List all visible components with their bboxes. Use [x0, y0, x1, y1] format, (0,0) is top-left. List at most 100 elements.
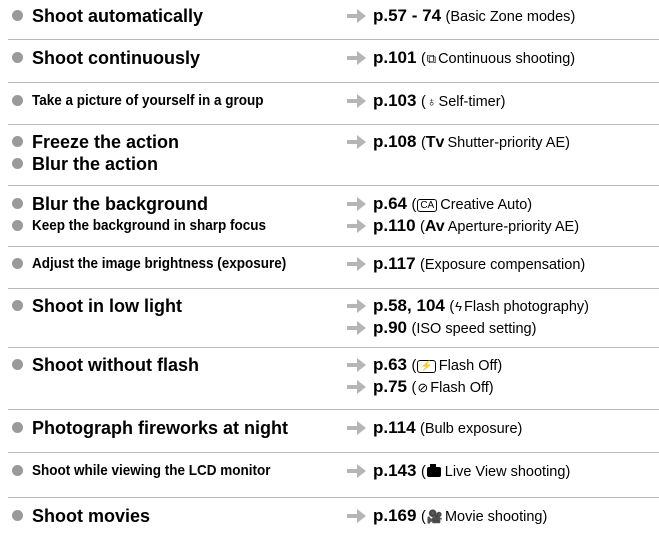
bullet-icon — [12, 52, 23, 63]
section-divider — [8, 288, 659, 289]
paren-close: ) — [497, 358, 503, 374]
list-item: p.75 (⊘ Flash Off) — [0, 375, 659, 399]
reference-description: Self-timer — [438, 94, 501, 110]
page-number: p.58 — [373, 296, 408, 315]
list-item: p.90 (ISO speed setting) — [0, 316, 659, 340]
arrow-right-icon — [347, 196, 366, 211]
task-label: Take a picture of yourself in a group — [32, 92, 264, 109]
paren-close: ) — [488, 380, 494, 396]
mode-symbol: Av — [424, 218, 445, 235]
page: { "sections": [ { "rows": [ { "task": "S… — [0, 0, 659, 558]
section-divider — [8, 39, 659, 40]
page-number: p.101 — [373, 48, 417, 67]
task-label: Freeze the action — [32, 132, 180, 152]
paren-close: ) — [500, 94, 506, 110]
paren-close: ) — [565, 135, 570, 151]
paren-close: ) — [570, 51, 576, 67]
page-number: p.110 — [373, 216, 416, 235]
paren-close: ) — [580, 257, 586, 273]
page-reference[interactable]: p.75 (⊘ Flash Off) — [347, 375, 494, 400]
section-divider — [8, 452, 659, 453]
reference-description: Live View shooting — [444, 464, 566, 480]
page-reference[interactable]: p.57 - 74 (Basic Zone modes) — [347, 4, 575, 29]
section-divider — [8, 246, 659, 247]
page-number: p.64 — [373, 194, 408, 213]
self-timer-icon: ♁ — [426, 94, 437, 109]
reference-description: Basic Zone modes — [450, 9, 571, 25]
paren-open: ( — [411, 358, 417, 374]
movie-icon: 🎥 — [426, 509, 443, 524]
paren-open: ( — [411, 380, 417, 396]
page-reference[interactable]: p.101 (⧉ Continuous shooting) — [347, 46, 575, 71]
bullet-icon — [12, 158, 23, 169]
reference-description: Aperture-priority AE — [447, 219, 575, 235]
paren-close: ) — [565, 464, 571, 480]
page-reference[interactable]: p.117 (Exposure compensation) — [347, 252, 585, 277]
list-item: Take a picture of yourself in a group p.1… — [0, 89, 659, 113]
reference-description: Continuous shooting — [438, 51, 571, 67]
page-number: p.114 — [373, 418, 416, 437]
section-divider — [8, 124, 659, 125]
paren-open: ( — [411, 197, 417, 213]
arrow-right-icon — [347, 320, 366, 335]
page-number: p.63 — [373, 355, 408, 374]
arrow-right-icon — [347, 8, 366, 23]
reference-description: Movie shooting — [444, 509, 543, 525]
mode-dial-icon: ⚡ — [417, 360, 436, 373]
page-number: p.75 — [373, 377, 408, 396]
task-label: Shoot without flash — [32, 355, 199, 375]
page-number: p.108 — [373, 132, 417, 151]
list-item: Shoot without flash p.63 (⚡ Flash Off) — [0, 353, 659, 377]
bullet-icon — [12, 136, 23, 147]
page-number: p.143 — [373, 461, 417, 480]
reference-description: Flash Off — [430, 380, 489, 396]
page-reference[interactable]: p.143 ( Live View shooting) — [347, 459, 570, 484]
task-label: Keep the background in sharp focus — [32, 217, 267, 234]
list-item: Shoot while viewing the LCD monitor p.143… — [0, 459, 659, 483]
arrow-right-icon — [347, 298, 366, 313]
mode-symbol: Tv — [425, 134, 445, 151]
paren-close: ) — [542, 509, 548, 525]
paren-close: ) — [527, 197, 533, 213]
bullet-icon — [12, 422, 23, 433]
bullet-icon — [12, 465, 23, 476]
page-reference[interactable]: p.90 (ISO speed setting) — [347, 316, 536, 341]
bullet-icon — [12, 300, 23, 311]
paren-close: ) — [531, 321, 537, 337]
arrow-right-icon — [347, 379, 366, 394]
task-label: Shoot in low light — [32, 296, 182, 316]
section-divider — [8, 347, 659, 348]
page-number: p.90 — [373, 318, 408, 337]
list-item: Photograph fireworks at night p.114 (Bulb… — [0, 416, 659, 440]
reference-description: Creative Auto — [440, 197, 528, 213]
paren-open: ( — [420, 464, 426, 480]
page-reference[interactable]: p.103 (♁ Self-timer) — [347, 89, 505, 114]
paren-open: ( — [420, 509, 426, 525]
section-divider — [8, 82, 659, 83]
reference-description: ISO speed setting — [416, 321, 532, 337]
task-label: Adjust the image brightness (exposure) — [32, 255, 287, 272]
flash-off-mode-icon: ⊘ — [417, 380, 429, 395]
list-item: Keep the background in sharp focus p.110 … — [0, 214, 659, 238]
reference-description: Flash Off — [438, 358, 498, 374]
arrow-right-icon — [347, 93, 366, 108]
bullet-icon — [12, 220, 23, 231]
reference-description: Flash photography — [464, 299, 585, 315]
list-item: Shoot continuously p.101 (⧉ Continuous sho… — [0, 46, 659, 70]
reference-description: Shutter-priority AE — [447, 135, 566, 151]
page-reference[interactable]: p.110 (Av Aperture-priority AE) — [347, 214, 579, 239]
page-reference[interactable]: p.114 (Bulb exposure) — [347, 416, 522, 441]
arrow-right-icon — [347, 218, 366, 233]
arrow-right-icon — [347, 134, 366, 149]
arrow-right-icon — [347, 463, 366, 478]
paren-close: ) — [570, 9, 576, 25]
paren-open: ( — [420, 94, 426, 110]
list-item: Shoot automatically p.57 - 74 (Basic Zone… — [0, 4, 659, 28]
page-number-secondary: 104 — [416, 296, 445, 315]
page-reference[interactable]: p.169 (🎥 Movie shooting) — [347, 504, 547, 529]
list-item: Blur the action — [0, 152, 659, 176]
live-view-icon — [426, 464, 441, 477]
list-item: Freeze the action p.108 (Tv Shutter-priori… — [0, 130, 659, 154]
arrow-right-icon — [347, 256, 366, 271]
section-divider — [8, 409, 659, 410]
